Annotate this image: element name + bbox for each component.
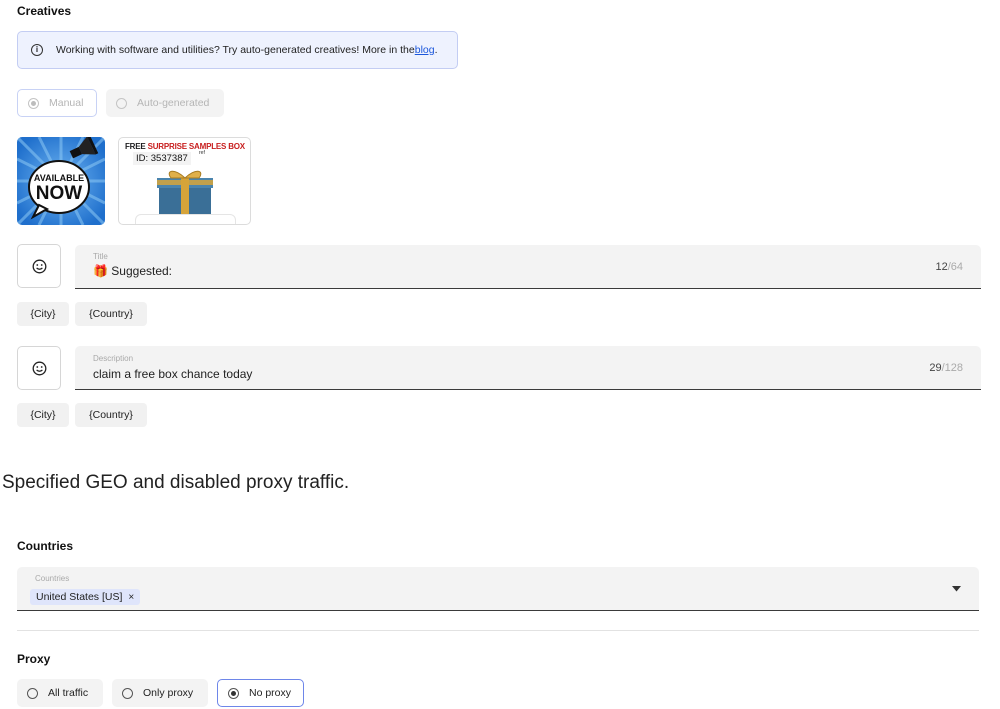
proxy-only-proxy-radio[interactable]: Only proxy (112, 679, 208, 707)
title-field-label: Title (93, 252, 108, 261)
info-banner: i Working with software and utilities? T… (17, 31, 458, 69)
mode-manual-radio[interactable]: Manual (17, 89, 97, 117)
creative-overlay-bar (135, 214, 236, 224)
title-char-counter: 12/64 (935, 261, 963, 273)
radio-empty-icon (122, 687, 133, 699)
surprise-box-headline: FREE SURPRISE SAMPLES BOX (125, 142, 245, 151)
info-icon: i (31, 44, 43, 56)
proxy-no-proxy-label: No proxy (249, 687, 292, 699)
title-input[interactable]: Title 🎁 Suggested: 12/64 (75, 245, 981, 289)
smiley-icon (32, 259, 46, 273)
proxy-no-proxy-radio[interactable]: No proxy (217, 679, 304, 707)
radio-selected-icon (228, 687, 239, 699)
gift-emoji-icon: 🎁 (93, 264, 108, 278)
ref-text: ref (199, 150, 205, 156)
description-field-value: claim a free box chance today (93, 367, 253, 381)
creative-image-surprise-box[interactable]: FREE SURPRISE SAMPLES BOX ID: 3537387 re… (118, 137, 251, 225)
section-divider (17, 630, 979, 631)
country-tag-label: United States [US] (36, 591, 123, 603)
info-text: Working with software and utilities? Try… (56, 44, 415, 56)
creatives-title: Creatives (17, 4, 72, 18)
countries-select[interactable]: Countries United States [US] × (17, 567, 979, 611)
radio-selected-icon (28, 97, 39, 109)
description-char-max: /128 (941, 362, 963, 374)
description-field-label: Description (93, 354, 134, 363)
country-tag-chip: United States [US] × (30, 589, 141, 605)
mode-manual-label: Manual (49, 97, 84, 109)
surprise-headline-text: SURPRISE SAMPLES BOX (147, 142, 246, 151)
creative-image-available-now[interactable]: AVAILABLE NOW (17, 137, 105, 225)
macro-country-chip[interactable]: {Country} (75, 302, 147, 326)
info-suffix: . (434, 44, 438, 56)
proxy-all-traffic-radio[interactable]: All traffic (17, 679, 103, 707)
dropdown-arrow-icon[interactable] (952, 586, 961, 592)
proxy-title: Proxy (17, 652, 51, 666)
creative-id-label: ID: 3537387 (133, 152, 191, 165)
description-char-count: 29 (929, 362, 942, 374)
free-text: FREE (125, 142, 146, 151)
mode-auto-label: Auto-generated (137, 97, 210, 109)
description-char-counter: 29/128 (929, 362, 963, 374)
countries-field-label: Countries (35, 574, 70, 583)
macro-city-chip[interactable]: {City} (17, 403, 69, 427)
remove-tag-icon[interactable]: × (128, 592, 134, 603)
title-char-count: 12 (935, 261, 948, 273)
macro-city-chip[interactable]: {City} (17, 302, 69, 326)
title-emoji-button[interactable] (17, 244, 61, 288)
mode-auto-generated-radio[interactable]: Auto-generated (106, 89, 224, 117)
blog-link[interactable]: blog (415, 44, 435, 56)
title-char-max: /64 (947, 261, 963, 273)
countries-title: Countries (17, 539, 74, 553)
title-value-text: Suggested: (111, 264, 173, 278)
smiley-icon (32, 361, 46, 375)
country-tag: United States [US] × (30, 587, 141, 605)
title-field-value: 🎁 Suggested: (93, 264, 172, 278)
now-text: NOW (36, 183, 83, 204)
macro-country-chip[interactable]: {Country} (75, 403, 147, 427)
radio-empty-icon (116, 97, 127, 109)
radio-empty-icon (27, 687, 38, 699)
geo-proxy-note: Specified GEO and disabled proxy traffic… (2, 472, 350, 493)
gift-box-icon (157, 170, 213, 218)
available-text: AVAILABLE (34, 173, 84, 183)
description-input[interactable]: Description claim a free box chance toda… (75, 346, 981, 390)
proxy-only-proxy-label: Only proxy (143, 687, 194, 699)
available-now-image: AVAILABLE NOW (17, 137, 105, 225)
description-emoji-button[interactable] (17, 346, 61, 390)
proxy-all-traffic-label: All traffic (48, 687, 89, 699)
